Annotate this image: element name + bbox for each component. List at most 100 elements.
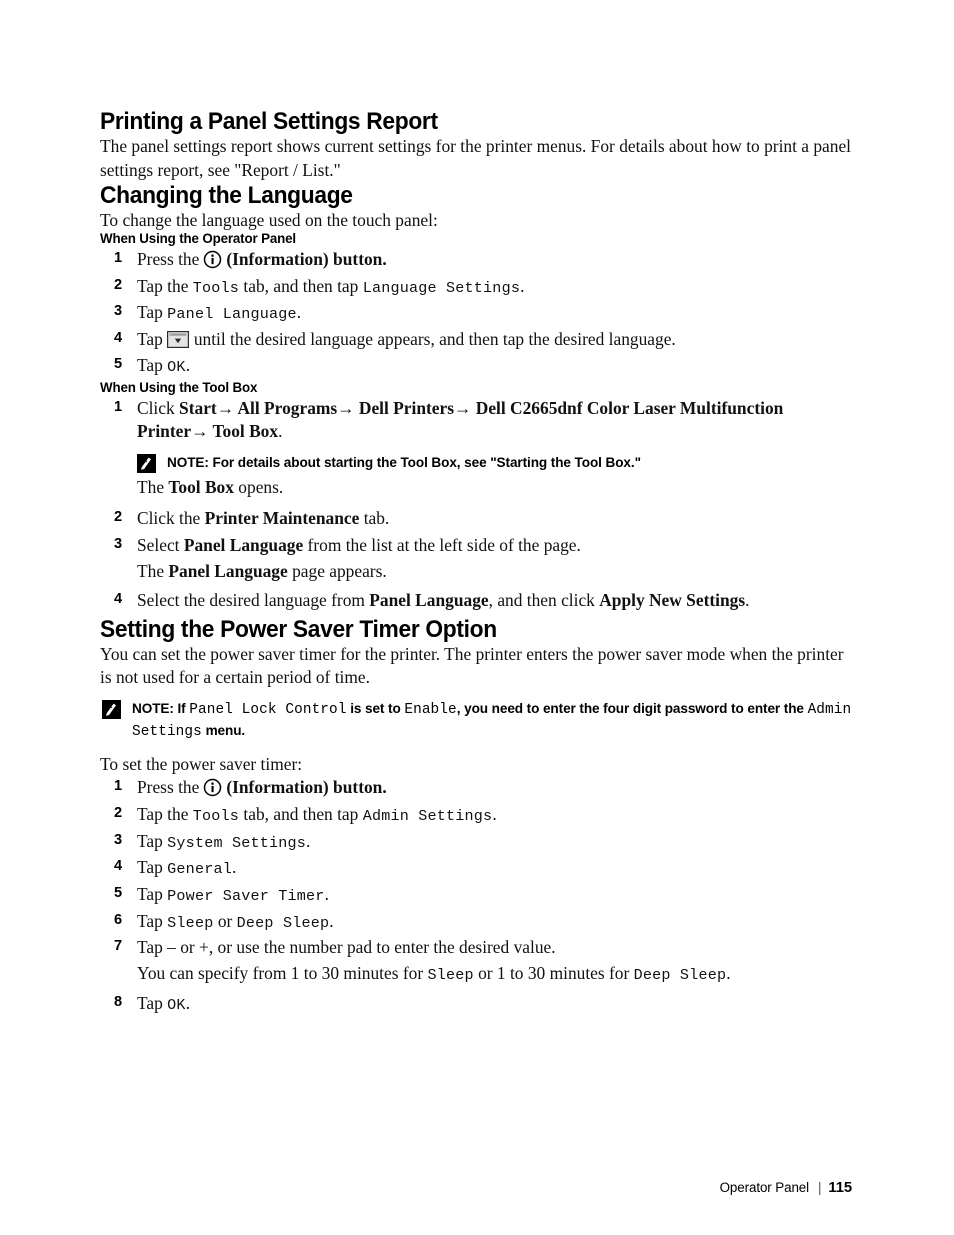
power-saver-lead-paragraph: To set the power saver timer:: [100, 754, 303, 775]
step-text-before-icon: Tap: [137, 328, 163, 349]
list-item: 5 Tap OK.: [100, 354, 852, 377]
code-span: Tools: [192, 807, 240, 826]
note-fragment: is set to: [346, 701, 405, 717]
step-fragment: .: [278, 420, 283, 441]
document-page: Printing a Panel Settings Report The pan…: [0, 0, 954, 1235]
step-text: Tap Panel Language.: [137, 301, 852, 324]
tool-box-steps-list: 1 Click Start→ All Programs→ Dell Printe…: [100, 397, 852, 612]
step-fragment: Tap: [137, 302, 168, 323]
note-fragment: , you need to enter the four digit passw…: [456, 701, 808, 717]
subheading-when-using-operator-panel: When Using the Operator Panel: [100, 231, 296, 248]
step-text: Tap General.: [137, 856, 852, 879]
step-fragment: .: [306, 830, 311, 851]
list-item: 8 Tap OK.: [100, 992, 852, 1015]
note-label: NOTE:: [167, 455, 209, 470]
step-number: 1: [114, 398, 123, 415]
operator-panel-steps-list: 1 Press the (Information) button. 2 Tap t…: [100, 248, 852, 378]
list-item: 1 Press the (Information) button.: [100, 776, 852, 799]
step-number: 2: [114, 276, 123, 293]
step-fragment: tab, and then tap: [239, 804, 363, 825]
step-number: 7: [114, 938, 123, 955]
list-item: 3 Tap System Settings.: [100, 830, 852, 853]
menu-path-tool-box: Tool Box: [208, 420, 279, 441]
step-fragment: You can specify from 1 to 30 minutes for: [137, 963, 428, 984]
step-fragment: Tap: [137, 355, 168, 376]
step-number: 5: [114, 356, 123, 373]
section-title-changing-the-language: Changing the Language: [100, 181, 353, 209]
ui-term-apply-new-settings: Apply New Settings: [599, 589, 746, 610]
arrow-icon: →: [191, 420, 209, 441]
step-text: Press the (Information) button.: [137, 248, 852, 271]
step-fragment: Tap: [137, 992, 168, 1013]
code-span: Admin Settings: [362, 807, 493, 826]
ui-term: Panel Language: [168, 560, 288, 581]
list-item: 1 Click Start→ All Programs→ Dell Printe…: [100, 397, 852, 499]
step-number: 3: [114, 535, 123, 552]
step-number: 1: [114, 778, 123, 795]
note-pencil-icon: [137, 454, 156, 475]
list-item: 5 Tap Power Saver Timer.: [100, 883, 852, 906]
panel-report-intro-paragraph: The panel settings report shows current …: [100, 136, 852, 180]
ui-term: Panel Language: [369, 589, 489, 610]
step-fragment: Tap the: [137, 804, 193, 825]
code-span: Tools: [192, 278, 240, 297]
code-span: Power Saver Timer: [167, 887, 325, 906]
step-text: Press the (Information) button.: [137, 776, 852, 799]
step-fragment: Tap: [137, 884, 168, 905]
step-fragment: from the list at the left side of the pa…: [303, 534, 581, 555]
step-result-text: The Tool Box opens.: [137, 476, 852, 499]
step-text: Tap OK.: [137, 992, 852, 1015]
list-item: 4 Tap General.: [100, 856, 852, 879]
list-item: 7 Tap – or +, or use the number pad to e…: [100, 936, 852, 985]
step-fragment: The: [137, 476, 169, 497]
note-block-panel-lock-control: NOTE: If Panel Lock Control is set to En…: [102, 699, 852, 743]
footer-separator: |: [818, 1180, 822, 1195]
note-fragment: If: [177, 701, 190, 717]
note-block-starting-tool-box: NOTE: For details about starting the Too…: [137, 453, 852, 473]
step-fragment: or: [213, 910, 237, 931]
step-fragment: Click: [137, 397, 180, 418]
section-title-setting-power-saver-timer-option: Setting the Power Saver Timer Option: [100, 615, 497, 643]
power-saver-steps-list: 1 Press the (Information) button. 2 Tap t…: [100, 776, 852, 1014]
step-number: 3: [114, 831, 123, 848]
step-text-before-icon: Press the: [137, 777, 200, 798]
step-fragment: .: [324, 884, 329, 905]
step-fragment: The: [137, 560, 169, 581]
list-item: 3 Tap Panel Language.: [100, 301, 852, 324]
step-fragment: .: [185, 992, 191, 1013]
step-text-after-icon: until the desired language appears, and …: [193, 328, 676, 349]
step-number: 4: [114, 329, 123, 346]
note-text: For details about starting the Tool Box,…: [212, 455, 641, 470]
menu-path-dell-printers: Dell Printers: [354, 397, 455, 418]
step-fragment: Tap: [137, 910, 168, 931]
code-span: Enable: [404, 702, 457, 719]
list-item: 3 Select Panel Language from the list at…: [100, 534, 852, 583]
page-content: Printing a Panel Settings Report The pan…: [100, 108, 852, 1018]
page-footer: Operator Panel | 115: [720, 1180, 852, 1196]
dropdown-arrow-button[interactable]: [166, 330, 189, 348]
step-text: Select the desired language from Panel L…: [137, 589, 852, 612]
step-text: Select Panel Language from the list at t…: [137, 534, 852, 557]
step-fragment: .: [726, 963, 731, 984]
step-fragment: Select the desired language from: [137, 589, 370, 610]
arrow-icon: →: [337, 397, 355, 418]
step-fragment: page appears.: [287, 560, 387, 581]
section-title-printing-panel-settings-report: Printing a Panel Settings Report: [100, 108, 438, 135]
ui-term: Tool Box: [168, 476, 234, 497]
step-number: 5: [114, 885, 123, 902]
step-fragment: opens.: [233, 476, 284, 497]
note-pencil-icon: [102, 700, 121, 721]
step-fragment: .: [296, 302, 302, 323]
step-fragment: Select: [137, 534, 184, 555]
step-text: Tap the Tools tab, and then tap Admin Se…: [137, 803, 852, 826]
code-span: General: [167, 860, 232, 879]
code-span: OK: [167, 358, 186, 377]
step-number: 2: [114, 508, 123, 525]
ui-term: Panel Language: [183, 534, 304, 555]
code-span: Sleep: [427, 966, 474, 985]
menu-path-all-programs: All Programs: [234, 397, 338, 418]
step-fragment: Tap: [137, 857, 168, 878]
step-text: Tap – or +, or use the number pad to ent…: [137, 937, 556, 958]
step-text: Tap until the desired language appears, a…: [137, 328, 852, 351]
step-fragment: .: [329, 910, 334, 931]
